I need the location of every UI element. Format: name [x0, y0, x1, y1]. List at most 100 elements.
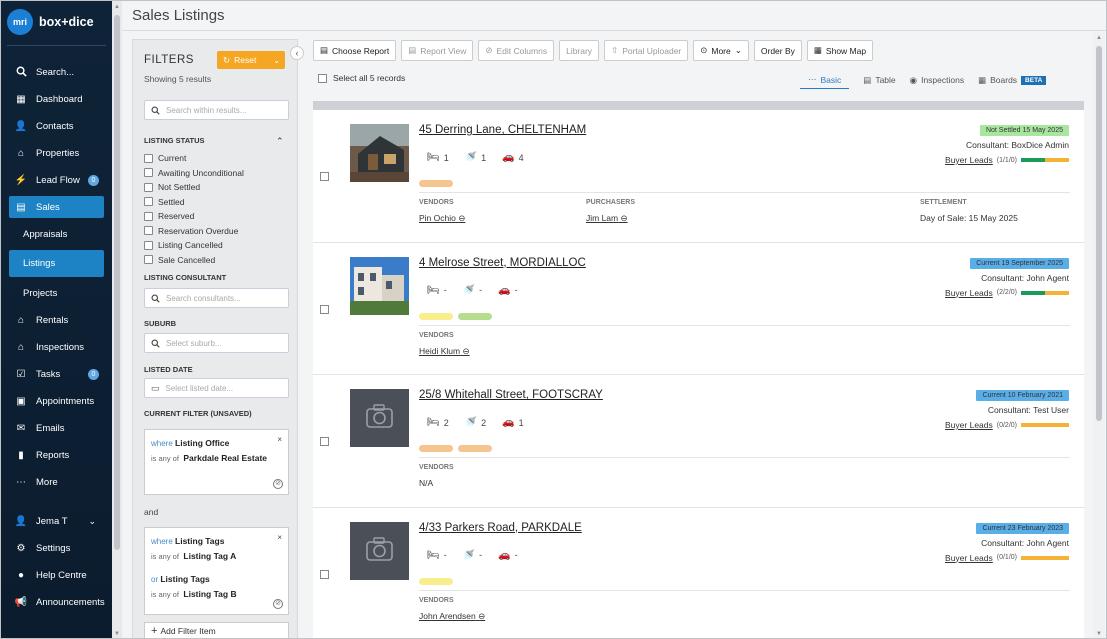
sidebar-item-projects[interactable]: Projects — [1, 280, 112, 307]
sidebar-item-emails[interactable]: ✉ Emails — [1, 415, 112, 442]
status-checkbox-settled[interactable]: Settled — [144, 195, 244, 210]
sidebar-item-settings[interactable]: ⚙ Settings — [1, 535, 112, 562]
tag-pill[interactable] — [458, 312, 492, 320]
vendor-link[interactable]: Heidi Klum ⊖ — [419, 346, 470, 357]
checkbox[interactable] — [144, 240, 153, 250]
sidebar-item-properties[interactable]: ⌂ Properties — [1, 140, 112, 167]
listing-checkbox[interactable] — [320, 304, 329, 314]
collapse-filters-button[interactable]: ‹ — [290, 46, 304, 60]
status-checkbox-listing-cancelled[interactable]: Listing Cancelled — [144, 238, 244, 253]
tab-basic[interactable]: ⋯ Basic — [800, 71, 850, 89]
property-photo[interactable] — [350, 256, 409, 315]
tag-pill[interactable] — [419, 577, 453, 585]
search-results-input[interactable]: Search within results... — [144, 100, 289, 120]
checkbox[interactable] — [144, 197, 153, 207]
chevron-up-icon[interactable]: ⌃ — [276, 136, 284, 147]
tag-pill[interactable] — [458, 445, 492, 452]
scroll-thumb[interactable] — [114, 15, 120, 550]
tab-boards[interactable]: ▦ Boards BETA — [978, 71, 1047, 89]
sidebar-item-reports[interactable]: ▮ Reports — [1, 442, 112, 469]
checkbox[interactable] — [144, 182, 153, 192]
listing-address-link[interactable]: 45 Derring Lane, CHELTENHAM — [419, 124, 586, 136]
content-scrollbar[interactable]: ▲ ▼ — [1093, 32, 1105, 638]
buyer-leads-link[interactable]: Buyer Leads — [945, 155, 993, 165]
checkbox[interactable] — [144, 226, 153, 236]
listing-address-link[interactable]: 25/8 Whitehall Street, FOOTSCRAY — [419, 389, 603, 401]
sidebar-item-lead-flow[interactable]: ⚡ Lead Flow 0 — [1, 167, 112, 194]
portal-uploader-button[interactable]: ⇧ Portal Uploader — [604, 40, 689, 61]
report-view-button[interactable]: ▤ Report View — [401, 40, 474, 61]
scroll-up-arrow[interactable]: ▲ — [114, 4, 120, 10]
sidebar-item-contacts[interactable]: 👤 Contacts — [1, 113, 112, 140]
library-button[interactable]: Library — [559, 40, 600, 61]
listing-checkbox[interactable] — [320, 172, 329, 181]
close-icon[interactable]: × — [277, 531, 282, 545]
scroll-down-arrow[interactable]: ▼ — [114, 631, 120, 637]
scroll-thumb[interactable] — [1096, 46, 1102, 421]
sidebar-item-rentals[interactable]: ⌂ Rentals — [1, 307, 112, 334]
status-checkbox-not-settled[interactable]: Not Settled — [144, 180, 244, 195]
property-photo[interactable] — [350, 124, 409, 182]
checkbox[interactable] — [144, 255, 153, 265]
choose-report-button[interactable]: ▤ Choose Report — [313, 40, 397, 61]
user-menu[interactable]: 👤 Jema T ⌄ — [1, 508, 112, 535]
checkbox[interactable] — [318, 73, 327, 83]
sidebar-item-appraisals[interactable]: Appraisals — [1, 221, 112, 248]
sidebar-item-appointments[interactable]: ▣ Appointments — [1, 388, 112, 415]
status-checkbox-awaiting[interactable]: Awaiting Unconditional — [144, 166, 244, 181]
buyer-leads: Buyer Leads (0/2/0) — [945, 420, 1069, 430]
listed-date-input[interactable]: ▭ Select listed date... — [144, 378, 289, 398]
sidebar-item-tasks[interactable]: ☑ Tasks 0 — [1, 361, 112, 388]
buyer-leads-link[interactable]: Buyer Leads — [945, 420, 993, 430]
listing-address-link[interactable]: 4 Melrose Street, MORDIALLOC — [419, 257, 586, 269]
sidebar-item-more[interactable]: ⋯ More — [1, 469, 112, 496]
logo[interactable]: mri box+dice — [7, 9, 94, 35]
photo-placeholder[interactable] — [350, 521, 409, 580]
status-checkbox-reserved[interactable]: Reserved — [144, 209, 244, 224]
suburb-select-input[interactable]: Select suburb... — [144, 333, 289, 353]
sidebar-item-sales[interactable]: ▤ Sales — [9, 196, 104, 218]
tag-pill[interactable] — [419, 180, 453, 187]
tab-inspections[interactable]: ◉ Inspections — [910, 71, 964, 89]
checkbox[interactable] — [144, 211, 153, 221]
scroll-down-arrow[interactable]: ▼ — [1096, 631, 1102, 637]
status-checkbox-reservation-overdue[interactable]: Reservation Overdue — [144, 224, 244, 239]
status-checkbox-current[interactable]: Current — [144, 151, 244, 166]
vendor-link[interactable]: Pin Ochio ⊖ — [419, 213, 465, 224]
sidebar-item-dashboard[interactable]: ▦ Dashboard — [1, 86, 112, 113]
consultant-search-input[interactable]: Search consultants... — [144, 288, 289, 308]
sidebar-item-listings[interactable]: Listings — [9, 250, 104, 277]
listing-checkbox[interactable] — [320, 437, 329, 446]
buyer-leads-link[interactable]: Buyer Leads — [945, 553, 993, 563]
show-map-button[interactable]: ▦ Show Map — [806, 40, 874, 61]
listing-address-link[interactable]: 4/33 Parkers Road, PARKDALE — [419, 522, 582, 534]
scroll-up-arrow[interactable]: ▲ — [1096, 35, 1102, 41]
tag-pill[interactable] — [419, 312, 453, 320]
sidebar-scrollbar[interactable]: ▲ ▼ — [112, 1, 122, 638]
buyer-leads-link[interactable]: Buyer Leads — [945, 288, 993, 298]
listing-checkbox[interactable] — [320, 569, 329, 579]
disable-icon[interactable]: ⊘ — [273, 599, 283, 609]
filter-rule-card[interactable]: × where Listing Office is any of Parkdal… — [144, 429, 289, 495]
disable-icon[interactable]: ⊘ — [273, 479, 283, 489]
select-all-checkbox[interactable]: Select all 5 records — [318, 73, 405, 83]
add-filter-button[interactable]: + Add Filter Item — [144, 622, 289, 638]
more-button[interactable]: ⊙ More ⌄ — [693, 40, 749, 61]
edit-columns-button[interactable]: ⊘ Edit Columns — [478, 40, 555, 61]
purchaser-link[interactable]: Jim Lam ⊖ — [586, 213, 628, 224]
tab-table[interactable]: ▤ Table — [863, 71, 895, 89]
tag-pill[interactable] — [419, 445, 453, 452]
close-icon[interactable]: × — [277, 433, 282, 447]
sidebar-item-help[interactable]: ● Help Centre — [1, 562, 112, 589]
checkbox[interactable] — [144, 153, 153, 163]
reset-button[interactable]: ↻ Reset ⌄ — [217, 51, 285, 69]
vendor-link[interactable]: John Arendsen ⊖ — [419, 611, 485, 622]
sidebar-item-inspections[interactable]: ⌂ Inspections — [1, 334, 112, 361]
order-by-button[interactable]: Order By — [753, 40, 802, 61]
sidebar-item-search[interactable]: Search... — [1, 59, 112, 86]
checkbox[interactable] — [144, 168, 153, 178]
sidebar-item-announcements[interactable]: 📢 Announcements — [1, 589, 112, 616]
filter-rule-card[interactable]: × where Listing Tags is any of Listing T… — [144, 527, 289, 615]
status-checkbox-sale-cancelled[interactable]: Sale Cancelled — [144, 253, 244, 268]
photo-placeholder[interactable] — [350, 389, 409, 447]
